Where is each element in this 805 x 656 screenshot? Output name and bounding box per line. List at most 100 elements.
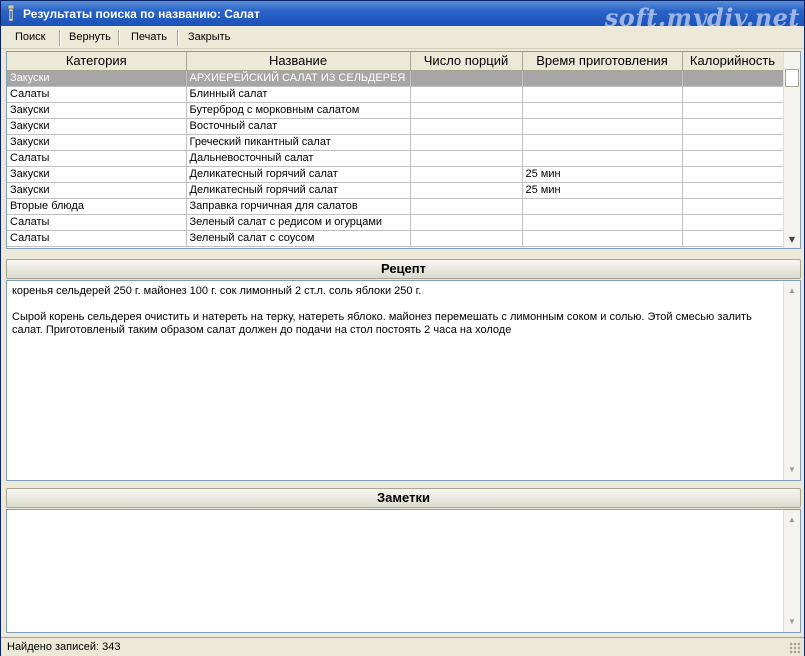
- cell-category[interactable]: Салаты: [7, 150, 187, 167]
- cell-calories[interactable]: [682, 182, 784, 199]
- cell-time[interactable]: [522, 134, 683, 151]
- cell-name[interactable]: Дальневосточный салат: [186, 150, 411, 167]
- cell-category[interactable]: Салаты: [7, 214, 187, 231]
- cell-calories[interactable]: [682, 166, 784, 183]
- cell-calories[interactable]: [682, 102, 784, 119]
- cell-name[interactable]: Зеленый салат с редисом и огурцами: [186, 214, 411, 231]
- cell-category[interactable]: Салаты: [7, 86, 187, 103]
- cell-time[interactable]: [522, 86, 683, 103]
- cell-calories[interactable]: [682, 214, 784, 231]
- cell-time[interactable]: 25 мин: [522, 166, 683, 183]
- recipe-scrollbar[interactable]: ▲ ▼: [783, 281, 800, 480]
- cell-category[interactable]: Закуски: [7, 166, 187, 183]
- cell-category[interactable]: Закуски: [7, 182, 187, 199]
- cell-name[interactable]: Бутерброд с морковным салатом: [186, 102, 411, 119]
- cell-category[interactable]: Закуски: [7, 134, 187, 151]
- results-grid[interactable]: Категория Название Число порций Время пр…: [6, 51, 801, 249]
- notes-scrollbar[interactable]: ▲ ▼: [783, 510, 800, 632]
- cell-portions[interactable]: [410, 118, 523, 135]
- column-header-time[interactable]: Время приготовления: [522, 52, 683, 71]
- menu-separator: [118, 30, 120, 46]
- cell-portions[interactable]: [410, 214, 523, 231]
- cell-portions[interactable]: [410, 102, 523, 119]
- cell-name[interactable]: Деликатесный горячий салат: [186, 182, 411, 199]
- cell-name[interactable]: Зеленый салат с соусом: [186, 230, 411, 247]
- cell-time[interactable]: [522, 102, 683, 119]
- scroll-down-arrow-icon[interactable]: ▼: [784, 232, 800, 248]
- column-header-category[interactable]: Категория: [7, 52, 187, 71]
- menu-close[interactable]: Закрыть: [188, 31, 230, 46]
- cell-name[interactable]: Восточный салат: [186, 118, 411, 135]
- menu-separator: [59, 30, 61, 46]
- recipe-panel-header[interactable]: Рецепт: [6, 259, 801, 279]
- cell-portions[interactable]: [410, 198, 523, 215]
- cell-calories[interactable]: [682, 134, 784, 151]
- cell-category[interactable]: Закуски: [7, 118, 187, 135]
- recipe-textarea[interactable]: коренья сельдерей 250 г. майонез 100 г. …: [6, 280, 801, 481]
- cell-name[interactable]: Блинный салат: [186, 86, 411, 103]
- table-row[interactable]: Вторые блюда Заправка горчичная для салат…: [7, 198, 784, 215]
- scroll-down-arrow-icon[interactable]: ▼: [784, 614, 800, 630]
- cell-portions[interactable]: [410, 70, 523, 87]
- cell-portions[interactable]: [410, 182, 523, 199]
- notes-panel-header[interactable]: Заметки: [6, 488, 801, 508]
- cell-time[interactable]: [522, 118, 683, 135]
- cell-calories[interactable]: [682, 118, 784, 135]
- table-row[interactable]: Салаты Дальневосточный салат: [7, 150, 784, 167]
- notes-textarea[interactable]: ▲ ▼: [6, 509, 801, 633]
- menu-restore[interactable]: Вернуть: [69, 31, 111, 46]
- menu-print[interactable]: Печать: [131, 31, 167, 46]
- window-title: Результаты поиска по названию: Салат: [23, 7, 260, 21]
- table-row[interactable]: Салаты Зеленый салат с редисом и огурцами: [7, 214, 784, 231]
- table-row[interactable]: Салаты Блинный салат: [7, 86, 784, 103]
- table-row[interactable]: Закуски Греческий пикантный салат: [7, 134, 784, 151]
- resize-grip-icon[interactable]: [789, 642, 801, 654]
- column-header-portions[interactable]: Число порций: [410, 52, 523, 71]
- title-bar[interactable]: Результаты поиска по названию: Салат sof…: [1, 1, 804, 32]
- cell-portions[interactable]: [410, 230, 523, 247]
- cell-category[interactable]: Закуски: [7, 102, 187, 119]
- header-row: Категория Название Число порций Время пр…: [7, 52, 784, 71]
- cell-name[interactable]: Деликатесный горячий салат: [186, 166, 411, 183]
- scroll-up-arrow-icon[interactable]: ▲: [784, 283, 800, 299]
- scroll-up-arrow-icon[interactable]: ▲: [784, 512, 800, 528]
- cell-calories[interactable]: [682, 150, 784, 167]
- scroll-down-arrow-icon[interactable]: ▼: [784, 462, 800, 478]
- cell-portions[interactable]: [410, 134, 523, 151]
- app-icon: [7, 5, 15, 22]
- cell-calories[interactable]: [682, 86, 784, 103]
- menu-separator: [177, 30, 179, 46]
- table-row[interactable]: Салаты Зеленый салат с соусом: [7, 230, 784, 247]
- table-row[interactable]: Закуски АРХИЕРЕЙСКИЙ САЛАТ ИЗ СЕЛЬДЕРЕЯ: [7, 70, 784, 87]
- table-row[interactable]: Закуски Восточный салат: [7, 118, 784, 135]
- cell-time[interactable]: [522, 230, 683, 247]
- cell-name[interactable]: АРХИЕРЕЙСКИЙ САЛАТ ИЗ СЕЛЬДЕРЕЯ: [186, 70, 411, 87]
- cell-category[interactable]: Вторые блюда: [7, 198, 187, 215]
- table-row[interactable]: Закуски Деликатесный горячий салат 25 мин: [7, 182, 784, 199]
- cell-calories[interactable]: [682, 230, 784, 247]
- column-header-calories[interactable]: Калорийность: [682, 52, 784, 71]
- cell-name[interactable]: Греческий пикантный салат: [186, 134, 411, 151]
- cell-portions[interactable]: [410, 150, 523, 167]
- cell-category[interactable]: Закуски: [7, 70, 187, 87]
- cell-time[interactable]: [522, 70, 683, 87]
- cell-portions[interactable]: [410, 166, 523, 183]
- cell-name[interactable]: Заправка горчичная для салатов: [186, 198, 411, 215]
- cell-time[interactable]: [522, 214, 683, 231]
- cell-calories[interactable]: [682, 70, 784, 87]
- table-body: Закуски АРХИЕРЕЙСКИЙ САЛАТ ИЗ СЕЛЬДЕРЕЯ Са…: [7, 70, 784, 247]
- cell-time[interactable]: [522, 150, 683, 167]
- cell-time[interactable]: [522, 198, 683, 215]
- cell-category[interactable]: Салаты: [7, 230, 187, 247]
- menu-search[interactable]: Поиск: [15, 31, 45, 46]
- column-header-name[interactable]: Название: [186, 52, 411, 71]
- cell-calories[interactable]: [682, 198, 784, 215]
- table-row[interactable]: Закуски Деликатесный горячий салат 25 мин: [7, 166, 784, 183]
- scrollbar-thumb[interactable]: [785, 69, 799, 87]
- grid-scrollbar[interactable]: ▼: [783, 52, 800, 248]
- search-results-window: Результаты поиска по названию: Салат sof…: [0, 0, 805, 656]
- table-row[interactable]: Закуски Бутерброд с морковным салатом: [7, 102, 784, 119]
- cell-portions[interactable]: [410, 86, 523, 103]
- menu-bar: Поиск Вернуть Печать Закрыть: [1, 27, 804, 49]
- cell-time[interactable]: 25 мин: [522, 182, 683, 199]
